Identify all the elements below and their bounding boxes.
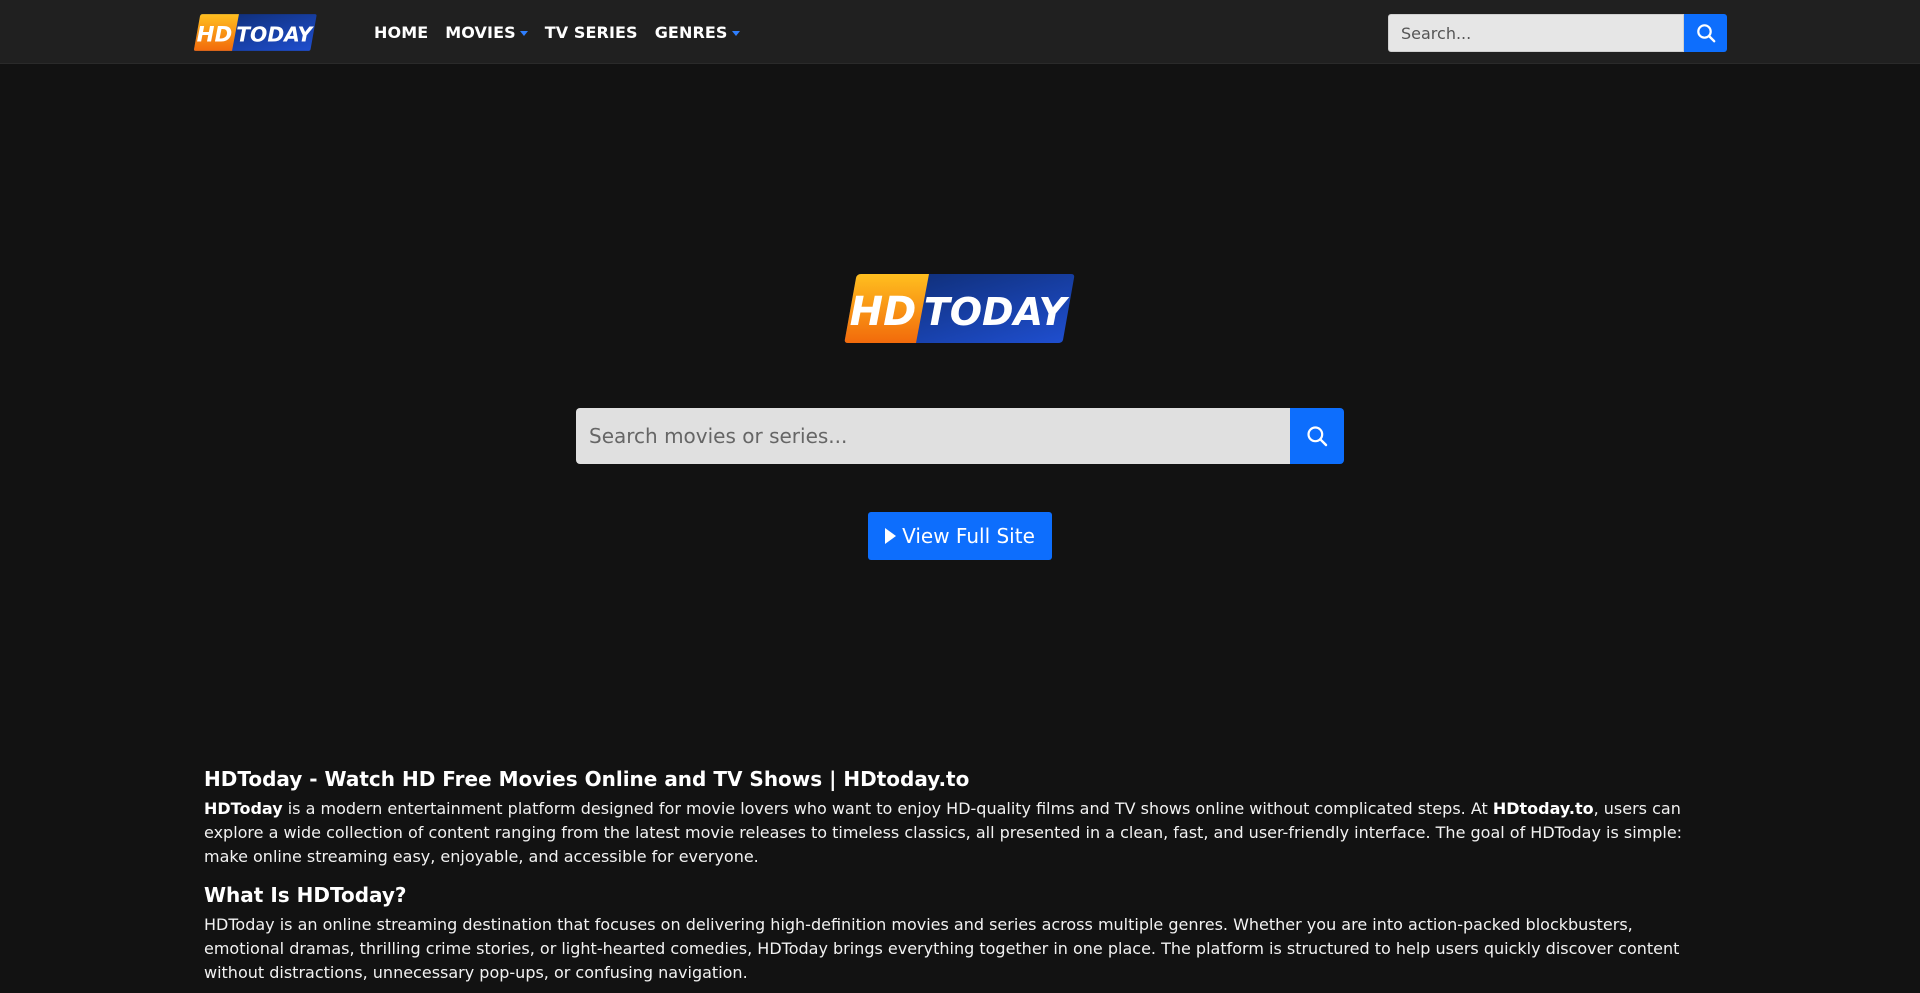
- view-full-site-label: View Full Site: [902, 524, 1035, 548]
- article-intro: HDToday is a modern entertainment platfo…: [204, 799, 1683, 866]
- nav-genres[interactable]: GENRES: [655, 23, 740, 42]
- hero-search-button[interactable]: [1290, 408, 1344, 464]
- hero-search-input[interactable]: [576, 408, 1290, 464]
- svg-text:TODAY: TODAY: [924, 290, 1070, 334]
- nav-home-label: HOME: [374, 22, 429, 42]
- header-search-button[interactable]: [1684, 14, 1727, 52]
- search-icon: [1307, 426, 1328, 447]
- section-text: HDToday is an online streaming destinati…: [204, 915, 1680, 982]
- nav-movies-label: MOVIES: [445, 22, 516, 42]
- intro-strong-domain: HDtoday.to: [1492, 799, 1594, 818]
- svg-text:HD: HD: [850, 289, 917, 335]
- hero-logo: HD TODAY: [844, 274, 1075, 343]
- top-navbar: HD TODAY HOME MOVIES TV SERIES GENRES: [0, 0, 1920, 64]
- search-icon: [1696, 24, 1715, 43]
- intro-strong-hdtoday: HDToday: [204, 799, 283, 818]
- nav-home[interactable]: HOME: [374, 23, 428, 42]
- caret-down-icon: [519, 30, 528, 36]
- nav-movies[interactable]: MOVIES: [445, 22, 528, 42]
- nav-tv-series[interactable]: TV SERIES: [545, 23, 638, 42]
- svg-text:HD: HD: [197, 22, 233, 47]
- nav-genres-label: GENRES: [654, 22, 728, 42]
- nav-tv-series-label: TV SERIES: [544, 22, 638, 42]
- caret-down-icon: [731, 30, 740, 36]
- header-search: [1388, 14, 1727, 52]
- seo-article: HDToday - Watch HD Free Movies Online an…: [204, 765, 1688, 993]
- main-nav: HOME MOVIES TV SERIES GENRES: [374, 0, 757, 64]
- article-title: HDToday - Watch HD Free Movies Online an…: [204, 767, 970, 791]
- view-full-site-button[interactable]: View Full Site: [868, 512, 1052, 560]
- hero-search: [576, 408, 1344, 464]
- svg-text:TODAY: TODAY: [236, 22, 314, 46]
- play-icon: [885, 528, 897, 544]
- header-search-input[interactable]: [1388, 14, 1684, 52]
- site-logo[interactable]: HD TODAY: [193, 13, 317, 52]
- section-title: What Is HDToday?: [204, 883, 407, 907]
